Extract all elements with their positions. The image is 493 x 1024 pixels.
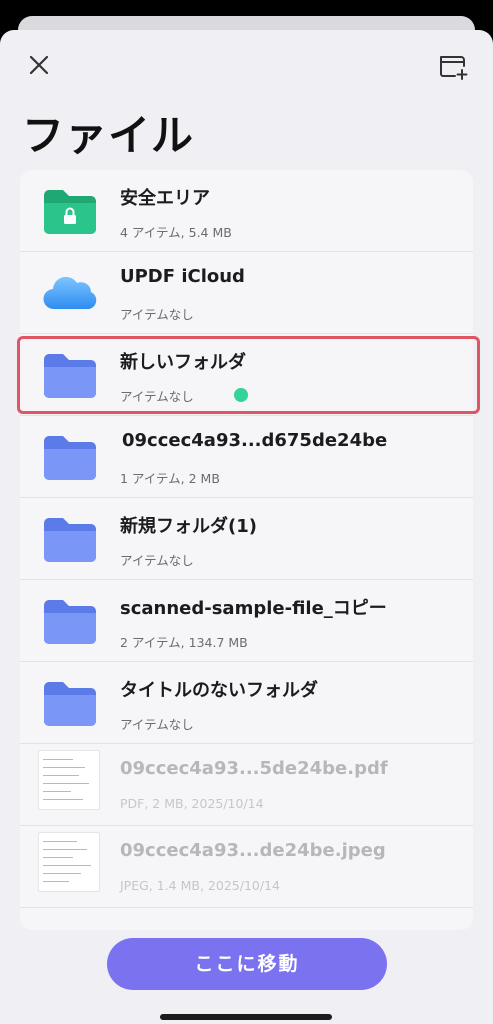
item-name: 安全エリア [120, 188, 210, 209]
item-meta: 1 アイテム, 2 MB [120, 471, 220, 486]
list-item-secure-area[interactable]: 安全エリア 4 アイテム, 5.4 MB [20, 170, 473, 252]
item-name: タイトルのないフォルダ [120, 680, 318, 701]
item-meta: JPEG, 1.4 MB, 2025/10/14 [120, 878, 280, 893]
page-title: ファイル [22, 111, 195, 160]
folder-icon [44, 600, 96, 644]
list-item-folder[interactable]: scanned-sample-file_コピー 2 アイテム, 134.7 MB [20, 580, 473, 662]
item-name: scanned-sample-file_コピー [120, 598, 387, 619]
secure-folder-icon [44, 190, 96, 234]
folder-icon [44, 518, 96, 562]
close-button[interactable] [26, 52, 54, 80]
item-meta: 4 アイテム, 5.4 MB [120, 225, 232, 240]
list-item-folder[interactable]: タイトルのないフォルダ アイテムなし [20, 662, 473, 744]
list-item-folder[interactable]: 新規フォルダ(1) アイテムなし [20, 498, 473, 580]
icloud-icon [43, 276, 97, 310]
item-meta: 2 アイテム, 134.7 MB [120, 635, 248, 650]
new-folder-button[interactable] [437, 50, 469, 82]
move-sheet: ファイル 安全エリア 4 アイテム, 5.4 MB UPDF iCloud アイ… [0, 30, 493, 1024]
move-here-button[interactable]: ここに移動 [107, 938, 387, 990]
item-meta: アイテムなし [120, 307, 194, 322]
folder-icon [44, 682, 96, 726]
item-meta: アイテムなし [120, 717, 194, 732]
item-name: 09ccec4a93...5de24be.pdf [120, 758, 388, 779]
folder-icon [44, 436, 96, 480]
document-thumbnail [38, 832, 100, 892]
close-icon [29, 55, 49, 75]
item-name: UPDF iCloud [120, 266, 245, 287]
list-item-file-jpeg: 09ccec4a93...de24be.jpeg JPEG, 1.4 MB, 2… [20, 826, 473, 908]
selection-highlight [17, 336, 480, 414]
list-item-file-pdf: 09ccec4a93...5de24be.pdf PDF, 2 MB, 2025… [20, 744, 473, 826]
item-name: 09ccec4a93...d675de24be [122, 430, 388, 451]
cursor-indicator [234, 388, 248, 402]
document-thumbnail [38, 750, 100, 810]
item-name: 新規フォルダ(1) [120, 516, 257, 537]
item-name: 09ccec4a93...de24be.jpeg [120, 840, 386, 861]
item-meta: PDF, 2 MB, 2025/10/14 [120, 796, 264, 811]
list-item-icloud[interactable]: UPDF iCloud アイテムなし [20, 252, 473, 334]
item-meta: アイテムなし [120, 553, 194, 568]
new-folder-icon [440, 56, 468, 80]
list-item-folder[interactable]: 09ccec4a93...d675de24be 1 アイテム, 2 MB [20, 416, 473, 498]
file-list: 安全エリア 4 アイテム, 5.4 MB UPDF iCloud アイテムなし [20, 170, 473, 930]
home-indicator [160, 1014, 332, 1020]
